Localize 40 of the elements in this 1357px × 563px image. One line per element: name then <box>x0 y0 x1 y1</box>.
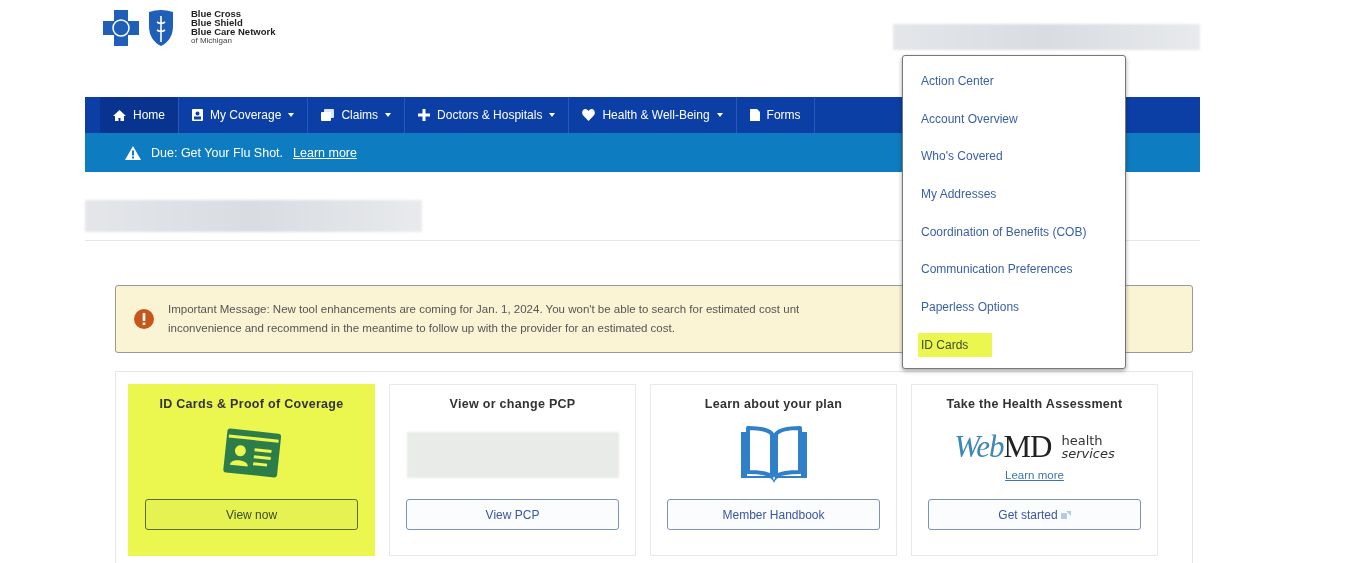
warning-icon <box>125 145 141 160</box>
learn-more-link[interactable]: Learn more <box>293 145 357 160</box>
card-title: View or change PCP <box>449 397 576 411</box>
home-icon <box>113 109 126 121</box>
card-title: ID Cards & Proof of Coverage <box>159 397 344 411</box>
logo-text: Blue Care Network <box>191 27 276 36</box>
heart-icon <box>582 109 596 121</box>
card-button[interactable]: View PCP <box>406 499 619 530</box>
document-icon <box>749 109 760 121</box>
menu-item[interactable]: ID Cards <box>903 325 1125 364</box>
caret-icon <box>288 113 295 117</box>
card-button[interactable]: Member Handbook <box>667 499 880 530</box>
exclamation-icon <box>134 309 154 329</box>
logo-text: Blue Cross <box>191 9 243 18</box>
menu-item[interactable]: Paperless Options <box>903 288 1125 326</box>
card-title: Take the Health Assessment <box>946 397 1123 411</box>
card-button[interactable]: Get started <box>928 499 1141 530</box>
message-text: Important Message: New tool enhancements are coming for Jan. 1, 2024. You won't be able to search for estimated cost unt <box>168 302 800 317</box>
menu-item[interactable]: Coordination of Benefits (COB) <box>903 212 1125 251</box>
caret-icon <box>716 113 723 117</box>
menu-item[interactable]: Account Overview <box>903 99 1125 138</box>
learn-more-link[interactable]: Learn more <box>1005 469 1064 481</box>
card-button[interactable]: View now <box>145 499 358 530</box>
menu-item[interactable]: Who's Covered <box>903 137 1125 176</box>
caret-icon <box>549 113 556 117</box>
nav-tab[interactable]: Home <box>100 97 179 133</box>
menu-item[interactable]: My Addresses <box>903 175 1125 213</box>
menu-item[interactable]: Action Center <box>903 62 1125 100</box>
plus-icon <box>418 109 431 121</box>
logo-subtext: of Michigan <box>191 36 233 46</box>
caret-icon <box>385 113 392 117</box>
contact-card-icon <box>192 109 203 121</box>
documents-icon <box>321 109 335 121</box>
book-icon <box>738 426 809 484</box>
message-text: inconvenience and recommend in the meantime to follow up with the provider for an estimated cost. <box>168 321 676 336</box>
alert-text: Due: Get Your Flu Shot. <box>151 145 284 160</box>
card-title: Learn about your plan <box>704 397 843 411</box>
logo-text: Blue Shield <box>191 18 244 27</box>
menu-item[interactable]: Communication Preferences <box>903 250 1125 289</box>
external-link-icon <box>1060 510 1071 519</box>
